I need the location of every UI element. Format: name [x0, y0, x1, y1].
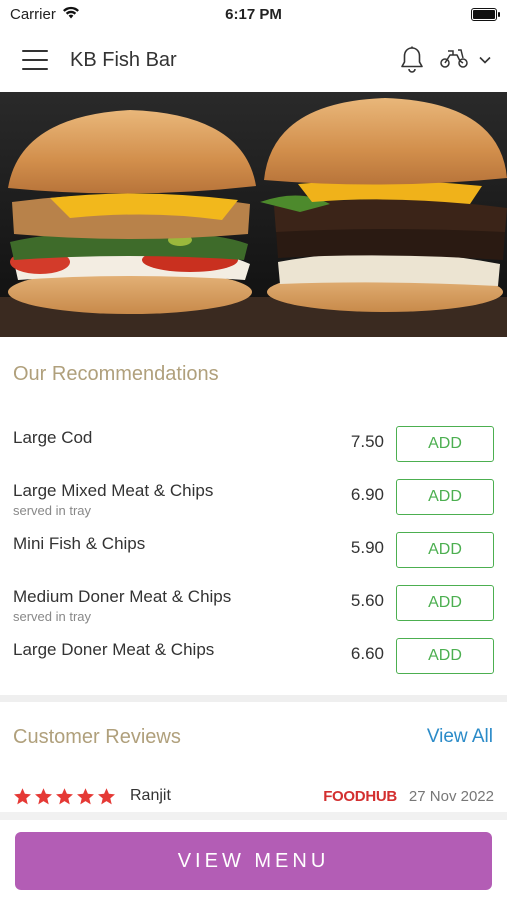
- item-price: 7.50: [350, 432, 384, 451]
- hamburger-menu-icon[interactable]: [22, 50, 48, 70]
- star-icon: [14, 787, 31, 804]
- view-menu-button[interactable]: VIEW MENU: [15, 832, 492, 890]
- list-item: Large Cod 7.50 ADD: [0, 426, 507, 466]
- page-title: KB Fish Bar: [70, 48, 177, 71]
- item-name: Large Mixed Meat & Chips: [13, 481, 214, 500]
- item-description: served in tray: [13, 609, 92, 624]
- section-divider: [0, 695, 507, 702]
- star-icon: [56, 787, 73, 804]
- reviews-title: Customer Reviews: [13, 726, 181, 748]
- star-icon: [77, 787, 94, 804]
- add-button[interactable]: ADD: [396, 638, 494, 674]
- add-button[interactable]: ADD: [396, 479, 494, 515]
- reviews-section: Customer Reviews View All Ranjit FOODHUB…: [0, 702, 507, 812]
- chevron-down-icon: [479, 51, 491, 69]
- item-price: 6.90: [350, 485, 384, 504]
- delivery-selector[interactable]: [439, 47, 491, 74]
- item-name: Large Doner Meat & Chips: [13, 640, 215, 659]
- status-left: Carrier: [10, 6, 80, 23]
- list-item: Large Mixed Meat & Chips served in tray …: [0, 479, 507, 519]
- battery-icon: [471, 7, 500, 21]
- list-item: Mini Fish & Chips 5.90 ADD: [0, 532, 507, 572]
- list-item: Large Doner Meat & Chips 6.60 ADD: [0, 638, 507, 678]
- item-name: Large Cod: [13, 428, 93, 447]
- item-price: 6.60: [350, 644, 384, 663]
- item-price: 5.60: [350, 591, 384, 610]
- reviewer-name: Ranjit: [130, 787, 171, 804]
- item-description: served in tray: [13, 503, 92, 518]
- item-name: Medium Doner Meat & Chips: [13, 587, 232, 606]
- scooter-icon: [439, 47, 469, 74]
- status-bar: Carrier 6:17 PM: [0, 0, 507, 28]
- recommendations-title: Our Recommendations: [13, 363, 219, 385]
- app-header: KB Fish Bar: [0, 28, 507, 92]
- wifi-icon: [62, 6, 80, 23]
- star-icon: [98, 787, 115, 804]
- burgers-photo: [0, 92, 507, 337]
- add-button[interactable]: ADD: [396, 532, 494, 568]
- item-name: Mini Fish & Chips: [13, 534, 146, 553]
- bottom-bar: VIEW MENU: [0, 812, 507, 900]
- foodhub-logo: FOODHUB: [323, 787, 397, 805]
- carrier-label: Carrier: [10, 5, 56, 23]
- recommendations-section: Our Recommendations Large Cod 7.50 ADD L…: [0, 337, 507, 695]
- view-all-link[interactable]: View All: [427, 726, 493, 748]
- item-price: 5.90: [350, 538, 384, 557]
- review-item: Ranjit FOODHUB 27 Nov 2022: [13, 784, 494, 808]
- list-item: Medium Doner Meat & Chips served in tray…: [0, 585, 507, 625]
- add-button[interactable]: ADD: [396, 426, 494, 462]
- add-button[interactable]: ADD: [396, 585, 494, 621]
- star-icon: [35, 787, 52, 804]
- hero-image: [0, 92, 507, 337]
- header-icons: [399, 46, 491, 74]
- star-rating: [13, 787, 116, 806]
- bottom-shade: [0, 812, 507, 820]
- review-date: 27 Nov 2022: [408, 787, 494, 805]
- bell-icon[interactable]: [399, 46, 425, 74]
